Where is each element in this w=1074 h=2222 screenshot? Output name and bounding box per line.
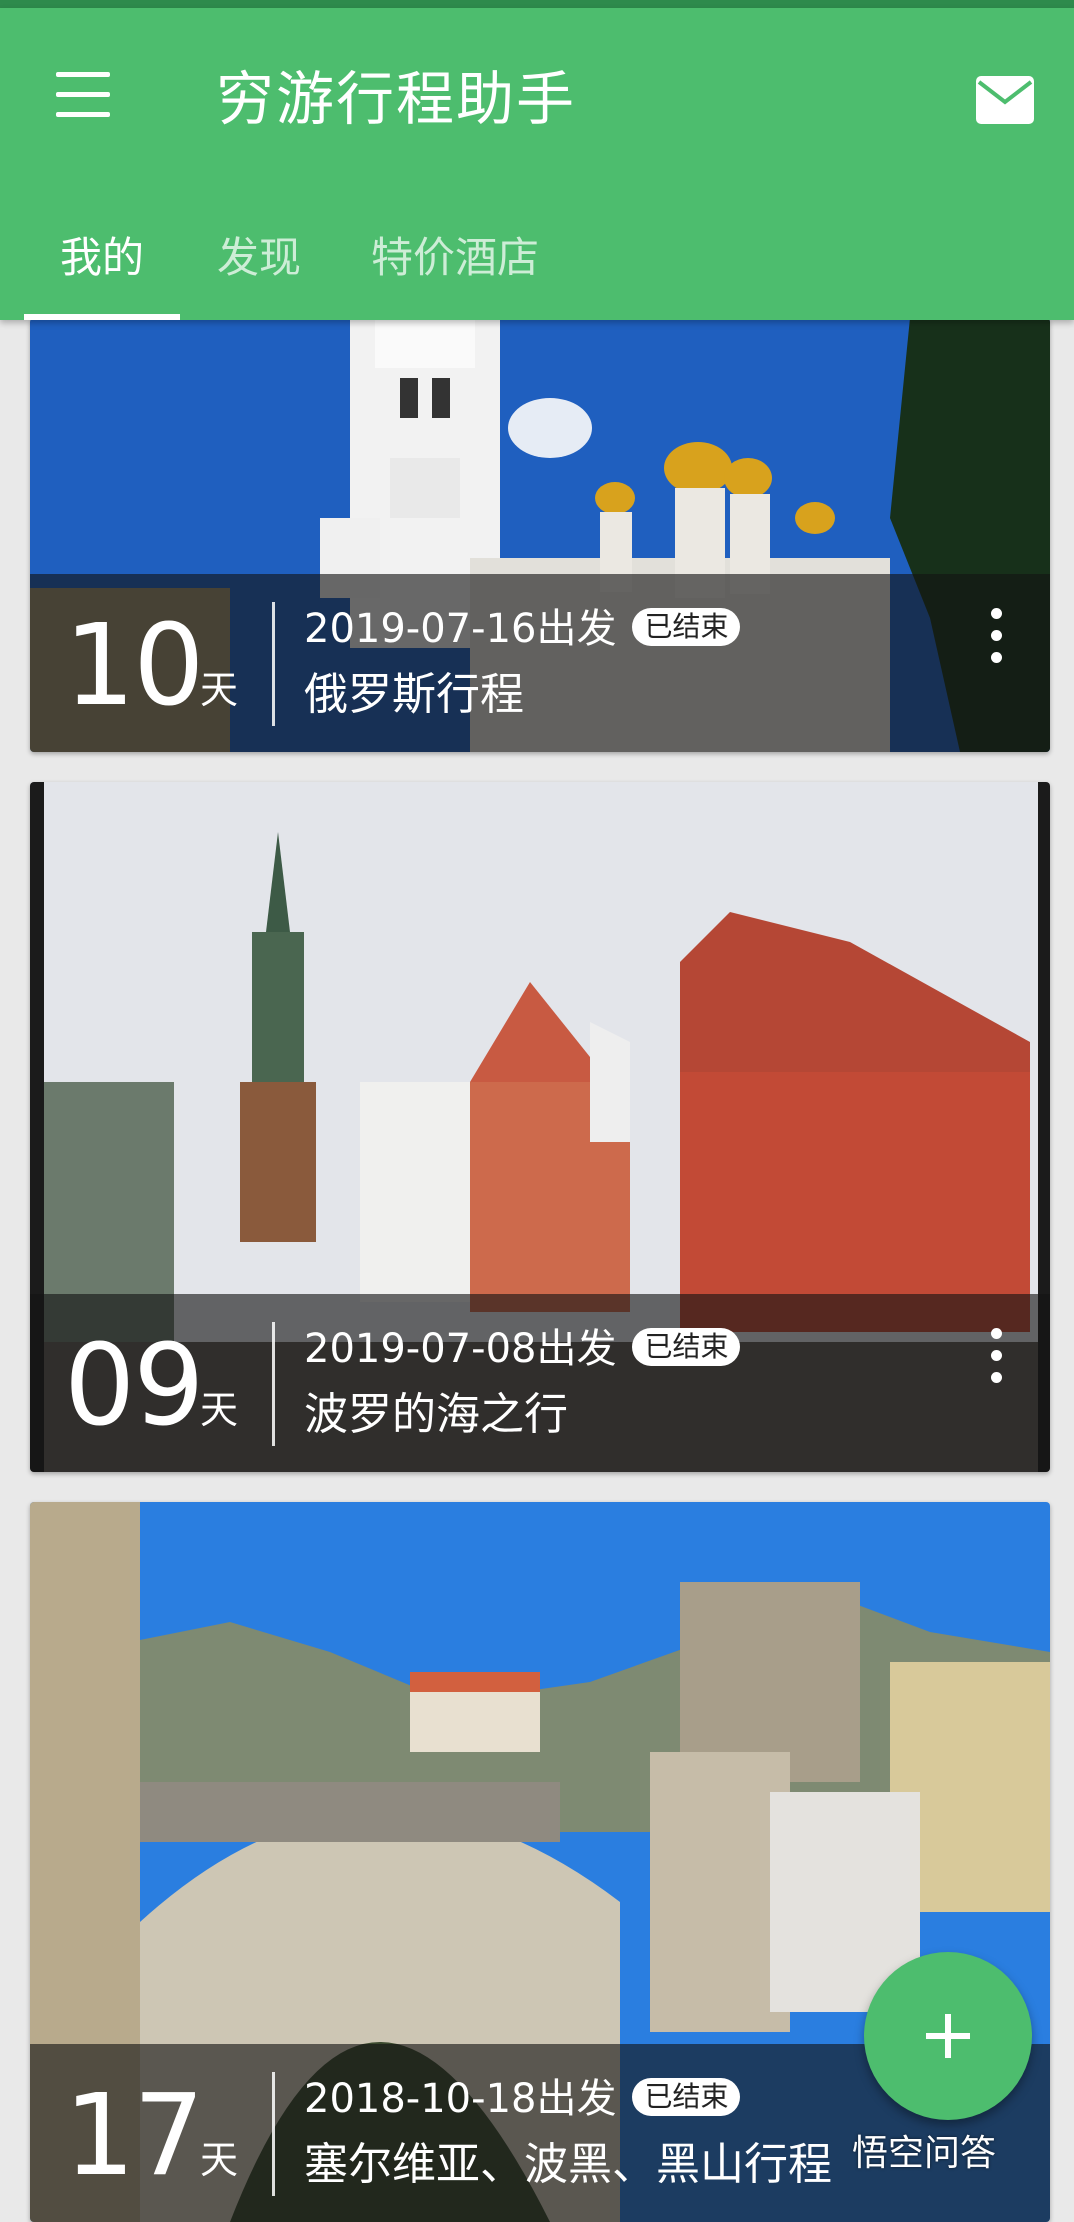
add-trip-button[interactable]	[864, 1952, 1032, 2120]
trip-days-count: 10	[64, 601, 205, 731]
mail-icon[interactable]	[976, 76, 1034, 124]
status-bar	[0, 0, 1074, 8]
status-badge: 已结束	[632, 1328, 741, 1366]
divider	[272, 602, 275, 726]
status-badge: 已结束	[632, 608, 741, 646]
trip-card[interactable]: 17 天 2018-10-18出发 已结束 塞尔维亚、波黑、黑山行程	[30, 1502, 1050, 2222]
trip-name: 俄罗斯行程	[304, 669, 524, 720]
menu-icon[interactable]	[52, 72, 114, 120]
trip-days-count: 17	[64, 2071, 205, 2201]
watermark: 悟空问答	[852, 2133, 997, 2174]
trip-card[interactable]: 10 天 2019-07-16出发 已结束 俄罗斯行程	[30, 318, 1050, 752]
trip-date-row: 2019-07-16出发 已结束	[304, 604, 741, 654]
app-bar: 穷游行程助手 我的 发现 特价酒店	[0, 8, 1074, 320]
trip-date-row: 2019-07-08出发 已结束	[304, 1324, 741, 1374]
trip-name: 波罗的海之行	[304, 1389, 568, 1440]
status-badge: 已结束	[632, 2078, 741, 2116]
app-title: 穷游行程助手	[216, 65, 577, 133]
tab-discover[interactable]: 发现	[200, 208, 318, 320]
trip-name: 塞尔维亚、波黑、黑山行程	[304, 2139, 832, 2190]
more-options-icon[interactable]	[986, 1328, 1006, 1384]
active-tab-indicator	[24, 314, 180, 320]
trip-start-date: 2019-07-16出发	[304, 606, 617, 652]
tab-bar: 我的 发现 特价酒店	[0, 208, 1074, 320]
trip-days-count: 09	[64, 1321, 205, 1451]
trip-date-row: 2018-10-18出发 已结束	[304, 2074, 741, 2124]
trip-start-date: 2019-07-08出发	[304, 1326, 617, 1372]
tab-hotel-deals[interactable]: 特价酒店	[360, 208, 550, 320]
trip-start-date: 2018-10-18出发	[304, 2076, 617, 2122]
divider	[272, 2072, 275, 2196]
trip-card[interactable]: 09 天 2019-07-08出发 已结束 波罗的海之行	[30, 782, 1050, 1472]
trip-days-unit: 天	[200, 1388, 239, 1432]
trip-days-unit: 天	[200, 668, 239, 712]
divider	[272, 1322, 275, 1446]
more-options-icon[interactable]	[986, 608, 1006, 664]
trip-days-unit: 天	[200, 2138, 239, 2182]
tab-mine[interactable]: 我的	[24, 208, 180, 320]
